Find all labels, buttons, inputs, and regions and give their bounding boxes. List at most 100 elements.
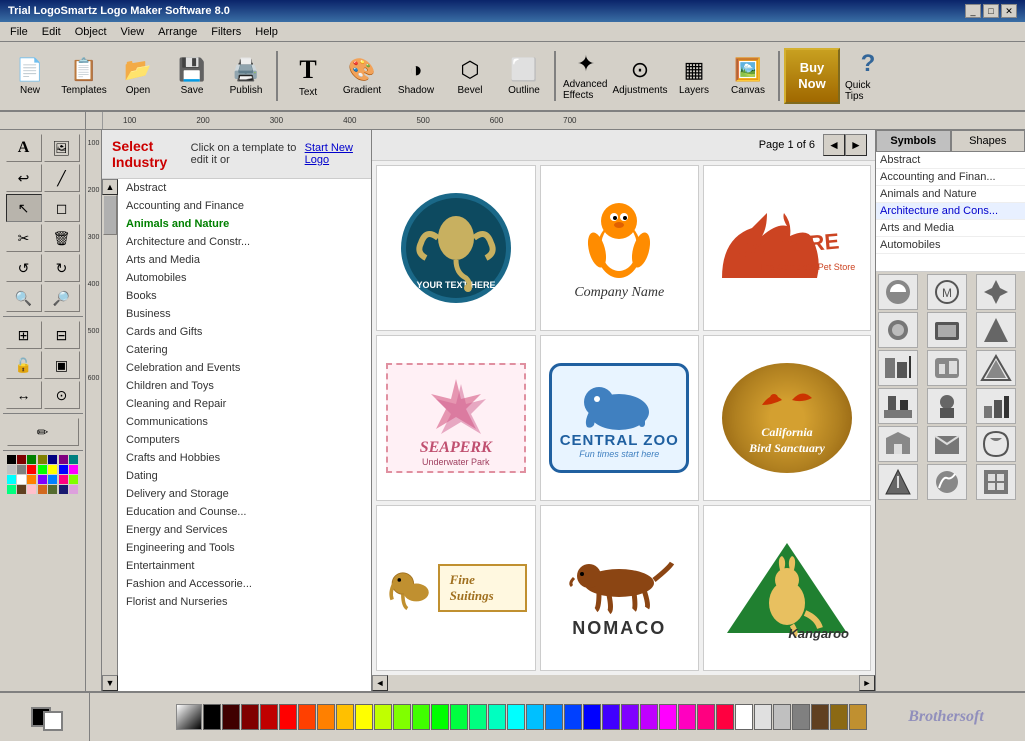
color-swatch[interactable] bbox=[526, 704, 544, 730]
symbol-icon-6[interactable] bbox=[976, 312, 1016, 348]
color-swatch-white[interactable] bbox=[735, 704, 753, 730]
industry-item-cards[interactable]: Cards and Gifts bbox=[118, 323, 371, 341]
shadow-button[interactable]: ◑ Shadow bbox=[390, 46, 442, 106]
color-swatch[interactable] bbox=[564, 704, 582, 730]
color-swatch[interactable] bbox=[830, 704, 848, 730]
color-swatch[interactable] bbox=[621, 704, 639, 730]
prev-page-button[interactable]: ◄ bbox=[823, 134, 845, 156]
menu-arrange[interactable]: Arrange bbox=[152, 25, 203, 39]
menu-filters[interactable]: Filters bbox=[205, 25, 247, 39]
template-8[interactable]: NOMACO bbox=[540, 505, 700, 671]
tool-line[interactable]: ╱ bbox=[44, 164, 80, 192]
color-swatch-magenta[interactable] bbox=[659, 704, 677, 730]
quick-tips-button[interactable]: ? Quick Tips bbox=[842, 46, 894, 106]
text-button[interactable]: T Text bbox=[282, 46, 334, 106]
mini-swatch[interactable] bbox=[59, 465, 68, 474]
tool-flip[interactable]: ↔ bbox=[6, 381, 42, 409]
tool-align[interactable]: ⊞ bbox=[6, 321, 42, 349]
symbol-icon-2[interactable]: M bbox=[927, 274, 967, 310]
scroll-thumb[interactable] bbox=[103, 195, 117, 235]
mini-swatch[interactable] bbox=[17, 475, 26, 484]
layers-button[interactable]: ▦ Layers bbox=[668, 46, 720, 106]
symbol-icon-1[interactable] bbox=[878, 274, 918, 310]
mini-swatch[interactable] bbox=[7, 485, 16, 494]
color-swatch[interactable] bbox=[602, 704, 620, 730]
color-swatch[interactable] bbox=[488, 704, 506, 730]
mini-swatch[interactable] bbox=[69, 475, 78, 484]
symbol-icon-3[interactable] bbox=[976, 274, 1016, 310]
buy-now-button[interactable]: Buy Now bbox=[784, 48, 840, 104]
symbols-accounting[interactable]: Accounting and Finan... bbox=[876, 169, 1025, 186]
color-swatch-gradient[interactable] bbox=[176, 704, 202, 730]
mini-swatch[interactable] bbox=[59, 475, 68, 484]
window-controls[interactable]: _ □ ✕ bbox=[965, 4, 1017, 18]
mini-swatch[interactable] bbox=[7, 455, 16, 464]
menu-edit[interactable]: Edit bbox=[36, 25, 67, 39]
color-swatch-blue[interactable] bbox=[583, 704, 601, 730]
industry-item-cleaning[interactable]: Cleaning and Repair bbox=[118, 395, 371, 413]
scroll-left-button[interactable]: ◄ bbox=[372, 675, 388, 691]
minimize-button[interactable]: _ bbox=[965, 4, 981, 18]
gradient-button[interactable]: 🎨 Gradient bbox=[336, 46, 388, 106]
color-swatch[interactable] bbox=[374, 704, 392, 730]
template-3[interactable]: CATCARE The Complete Pet Store bbox=[703, 165, 871, 331]
tool-text[interactable]: A bbox=[6, 134, 42, 162]
color-swatch-cyan[interactable] bbox=[507, 704, 525, 730]
canvas-button[interactable]: 🖼️ Canvas bbox=[722, 46, 774, 106]
save-button[interactable]: 💾 Save bbox=[166, 46, 218, 106]
template-7[interactable]: Fine Suitings bbox=[376, 505, 536, 671]
color-swatch[interactable] bbox=[754, 704, 772, 730]
mini-swatch[interactable] bbox=[17, 485, 26, 494]
tool-node[interactable]: ◻ bbox=[44, 194, 80, 222]
tab-shapes[interactable]: Shapes bbox=[951, 130, 1025, 151]
mini-swatch[interactable] bbox=[38, 465, 47, 474]
symbols-architecture[interactable]: Architecture and Cons... bbox=[876, 203, 1025, 220]
symbol-icon-11[interactable] bbox=[927, 388, 967, 424]
color-swatch[interactable] bbox=[811, 704, 829, 730]
industry-item-communications[interactable]: Communications bbox=[118, 413, 371, 431]
mini-swatch[interactable] bbox=[48, 485, 57, 494]
symbols-arts[interactable]: Arts and Media bbox=[876, 220, 1025, 237]
color-swatch-gray[interactable] bbox=[792, 704, 810, 730]
outline-button[interactable]: ⬜ Outline bbox=[498, 46, 550, 106]
industry-item-crafts[interactable]: Crafts and Hobbies bbox=[118, 449, 371, 467]
color-swatch-green[interactable] bbox=[431, 704, 449, 730]
symbol-icon-17[interactable] bbox=[927, 464, 967, 500]
color-swatch[interactable] bbox=[241, 704, 259, 730]
symbols-abstract[interactable]: Abstract bbox=[876, 152, 1025, 169]
industry-item-children[interactable]: Children and Toys bbox=[118, 377, 371, 395]
start-new-logo-link[interactable]: Start New Logo bbox=[305, 142, 361, 166]
mini-swatch[interactable] bbox=[69, 465, 78, 474]
industry-item-business[interactable]: Business bbox=[118, 305, 371, 323]
color-swatch[interactable] bbox=[222, 704, 240, 730]
tool-distribute[interactable]: ⊟ bbox=[44, 321, 80, 349]
mini-swatch[interactable] bbox=[69, 455, 78, 464]
mini-swatch[interactable] bbox=[27, 485, 36, 494]
industry-item-delivery[interactable]: Delivery and Storage bbox=[118, 485, 371, 503]
symbol-icon-15[interactable] bbox=[976, 426, 1016, 462]
industry-item-energy[interactable]: Energy and Services bbox=[118, 521, 371, 539]
industry-item-catering[interactable]: Catering bbox=[118, 341, 371, 359]
tool-undo2[interactable]: ↺ bbox=[6, 254, 42, 282]
industry-item-abstract[interactable]: Abstract bbox=[118, 179, 371, 197]
industry-item-education[interactable]: Education and Counse... bbox=[118, 503, 371, 521]
mini-swatch[interactable] bbox=[27, 475, 36, 484]
menu-help[interactable]: Help bbox=[249, 25, 284, 39]
tool-trash[interactable]: 🗑 bbox=[44, 224, 80, 252]
template-5[interactable]: CENTRAL ZOO Fun times start here bbox=[540, 335, 700, 501]
symbol-icon-14[interactable] bbox=[927, 426, 967, 462]
color-swatch[interactable] bbox=[260, 704, 278, 730]
mini-swatch[interactable] bbox=[59, 485, 68, 494]
next-page-button[interactable]: ► bbox=[845, 134, 867, 156]
color-swatch[interactable] bbox=[336, 704, 354, 730]
mini-swatch[interactable] bbox=[38, 475, 47, 484]
tool-select[interactable]: ↖ bbox=[6, 194, 42, 222]
symbol-icon-5[interactable] bbox=[927, 312, 967, 348]
scroll-up-button[interactable]: ▲ bbox=[102, 179, 118, 195]
industry-item-accounting[interactable]: Accounting and Finance bbox=[118, 197, 371, 215]
template-1[interactable]: YOUR TEXT HERE bbox=[376, 165, 536, 331]
tool-lock[interactable]: 🔓 bbox=[6, 351, 42, 379]
color-swatch[interactable] bbox=[773, 704, 791, 730]
industry-item-entertainment[interactable]: Entertainment bbox=[118, 557, 371, 575]
mini-swatch[interactable] bbox=[48, 465, 57, 474]
